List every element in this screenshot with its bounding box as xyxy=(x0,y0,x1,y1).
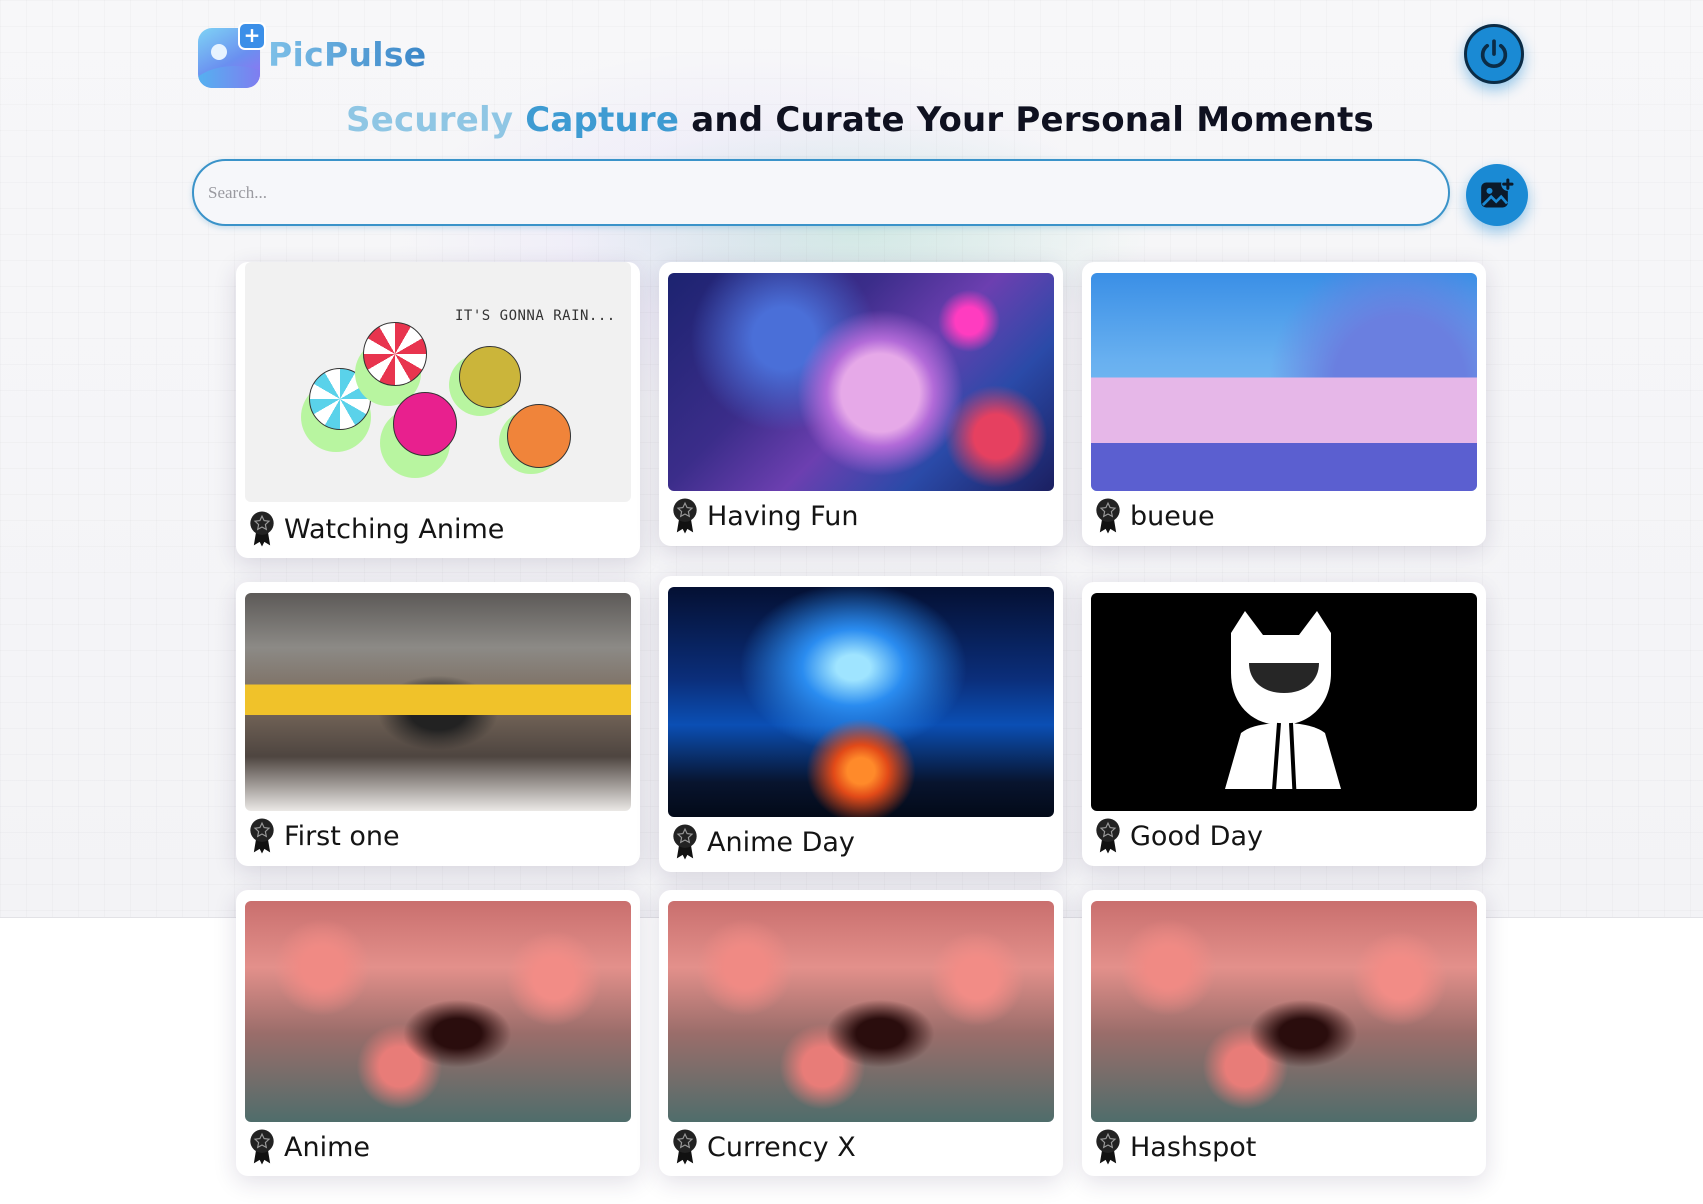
card-image[interactable]: IT'S GONNA RAIN... xyxy=(245,262,631,502)
image-plus-logo-icon: + xyxy=(198,22,266,88)
award-ribbon-icon xyxy=(673,824,697,860)
card-title: Watching Anime xyxy=(284,513,505,545)
card-title: Anime Day xyxy=(707,826,855,858)
card-title: bueue xyxy=(1130,500,1215,532)
gallery-card[interactable]: Having Fun xyxy=(659,262,1063,546)
award-ribbon-icon xyxy=(673,498,697,534)
award-ribbon-icon xyxy=(1096,498,1120,534)
card-image[interactable] xyxy=(668,901,1054,1122)
card-title: Good Day xyxy=(1130,820,1263,852)
card-title: First one xyxy=(284,820,400,852)
award-ribbon-icon xyxy=(250,818,274,854)
page-headline: Securely Capture and Curate Your Persona… xyxy=(0,100,1703,140)
card-image[interactable] xyxy=(668,273,1054,491)
logout-button[interactable] xyxy=(1464,24,1524,84)
card-image[interactable] xyxy=(245,593,631,811)
headline-word-securely: Securely xyxy=(346,100,514,140)
card-image[interactable] xyxy=(1091,273,1477,491)
brand-name: PicPulse xyxy=(268,34,427,74)
award-ribbon-icon xyxy=(250,1129,274,1165)
card-image[interactable] xyxy=(1091,901,1477,1122)
add-image-icon xyxy=(1481,177,1515,208)
gallery-card[interactable]: Anime Day xyxy=(659,576,1063,872)
gallery-card[interactable]: IT'S GONNA RAIN... Watching Anime xyxy=(236,262,640,558)
card-image[interactable] xyxy=(1091,593,1477,811)
gallery-card[interactable]: Anime xyxy=(236,890,640,1176)
headline-word-capture: Capture xyxy=(525,100,680,140)
brand-logo[interactable]: + PicPulse xyxy=(198,22,427,88)
upload-image-button[interactable] xyxy=(1466,164,1528,226)
headline-rest: and Curate Your Personal Moments xyxy=(691,100,1374,140)
card-image[interactable] xyxy=(245,901,631,1122)
card-title: Hashspot xyxy=(1130,1131,1257,1163)
search-input[interactable] xyxy=(192,159,1450,226)
gallery-card[interactable]: Good Day xyxy=(1082,582,1486,866)
gallery-card[interactable]: First one xyxy=(236,582,640,866)
award-ribbon-icon xyxy=(673,1129,697,1165)
card-image[interactable] xyxy=(668,587,1054,817)
card-image-text: IT'S GONNA RAIN... xyxy=(455,308,616,324)
power-icon xyxy=(1480,39,1508,68)
card-title: Currency X xyxy=(707,1131,856,1163)
award-ribbon-icon xyxy=(1096,818,1120,854)
award-ribbon-icon xyxy=(250,511,274,547)
card-title: Having Fun xyxy=(707,500,859,532)
gallery-card[interactable]: Currency X xyxy=(659,890,1063,1176)
gallery-card[interactable]: Hashspot xyxy=(1082,890,1486,1176)
gallery-card[interactable]: bueue xyxy=(1082,262,1486,546)
card-title: Anime xyxy=(284,1131,370,1163)
award-ribbon-icon xyxy=(1096,1129,1120,1165)
